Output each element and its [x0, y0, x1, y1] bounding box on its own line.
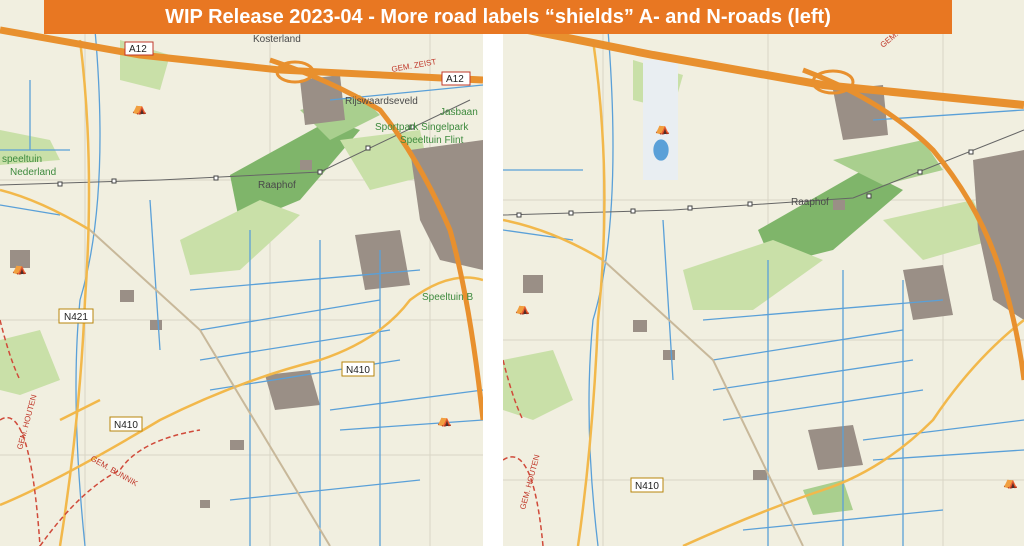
svg-text:A12: A12 — [446, 74, 464, 85]
municipality-label: GEM. BUNNIK — [89, 454, 140, 489]
place-label: Speeltuin Flint — [400, 135, 464, 146]
motorways — [503, 21, 1024, 381]
road-shield-n410[interactable]: N410 — [630, 477, 664, 493]
place-label: Rijswaardseveld — [345, 96, 418, 107]
place-label: Raaphof — [791, 197, 829, 208]
svg-text:A12: A12 — [129, 44, 147, 55]
campsite-icon: ⛺ — [655, 121, 670, 135]
road-shield-n410-2[interactable]: N410 — [109, 416, 143, 432]
road-shield-a12-1[interactable]: A12 — [124, 41, 154, 56]
power-line — [503, 129, 1024, 218]
release-title-banner: WIP Release 2023-04 - More road labels “… — [44, 0, 952, 34]
place-label: Jasbaan — [440, 107, 478, 118]
right-map-canvas: ⛺ ⛺ ⛺ N410 Raaphof GEM. GEM. HOUTEN — [503, 0, 1024, 546]
road-shield-n421[interactable]: N421 — [58, 308, 94, 324]
road-shield-n410-1[interactable]: N410 — [341, 361, 375, 377]
campsite-icon: ⛺ — [515, 301, 530, 315]
municipality-label: GEM. HOUTEN — [15, 393, 38, 450]
place-label: Kosterland — [253, 34, 301, 45]
place-label: Nederland — [10, 167, 56, 178]
green-areas — [0, 40, 430, 395]
svg-text:N410: N410 — [635, 481, 659, 492]
secondary-roads — [0, 39, 483, 546]
svg-text:N410: N410 — [346, 365, 370, 376]
place-label: Raaphof — [258, 180, 296, 191]
municipality-label: GEM. HOUTEN — [518, 453, 541, 510]
panel-divider — [483, 0, 503, 546]
campsite-icon: ⛺ — [132, 101, 147, 115]
place-label: Sportpark Singelpark — [375, 122, 469, 133]
road-shield-a12-2[interactable]: A12 — [441, 71, 471, 86]
svg-text:N421: N421 — [64, 312, 88, 323]
svg-text:N410: N410 — [114, 420, 138, 431]
left-map-panel[interactable]: ⛺ ⛺ ⛺ A12 A12 N421 N410 N410 Kosterland … — [0, 0, 483, 546]
place-label: speeltuin — [2, 154, 42, 165]
left-map-canvas: ⛺ ⛺ ⛺ A12 A12 N421 N410 N410 Kosterland … — [0, 0, 483, 546]
place-label: Speeltuin B — [422, 292, 473, 303]
campsite-icon: ⛺ — [437, 413, 452, 427]
right-map-panel[interactable]: ⛺ ⛺ ⛺ N410 Raaphof GEM. GEM. HOUTEN — [503, 0, 1024, 546]
campsite-icon: ⛺ — [12, 261, 27, 275]
campsite-icon: ⛺ — [1003, 475, 1018, 489]
